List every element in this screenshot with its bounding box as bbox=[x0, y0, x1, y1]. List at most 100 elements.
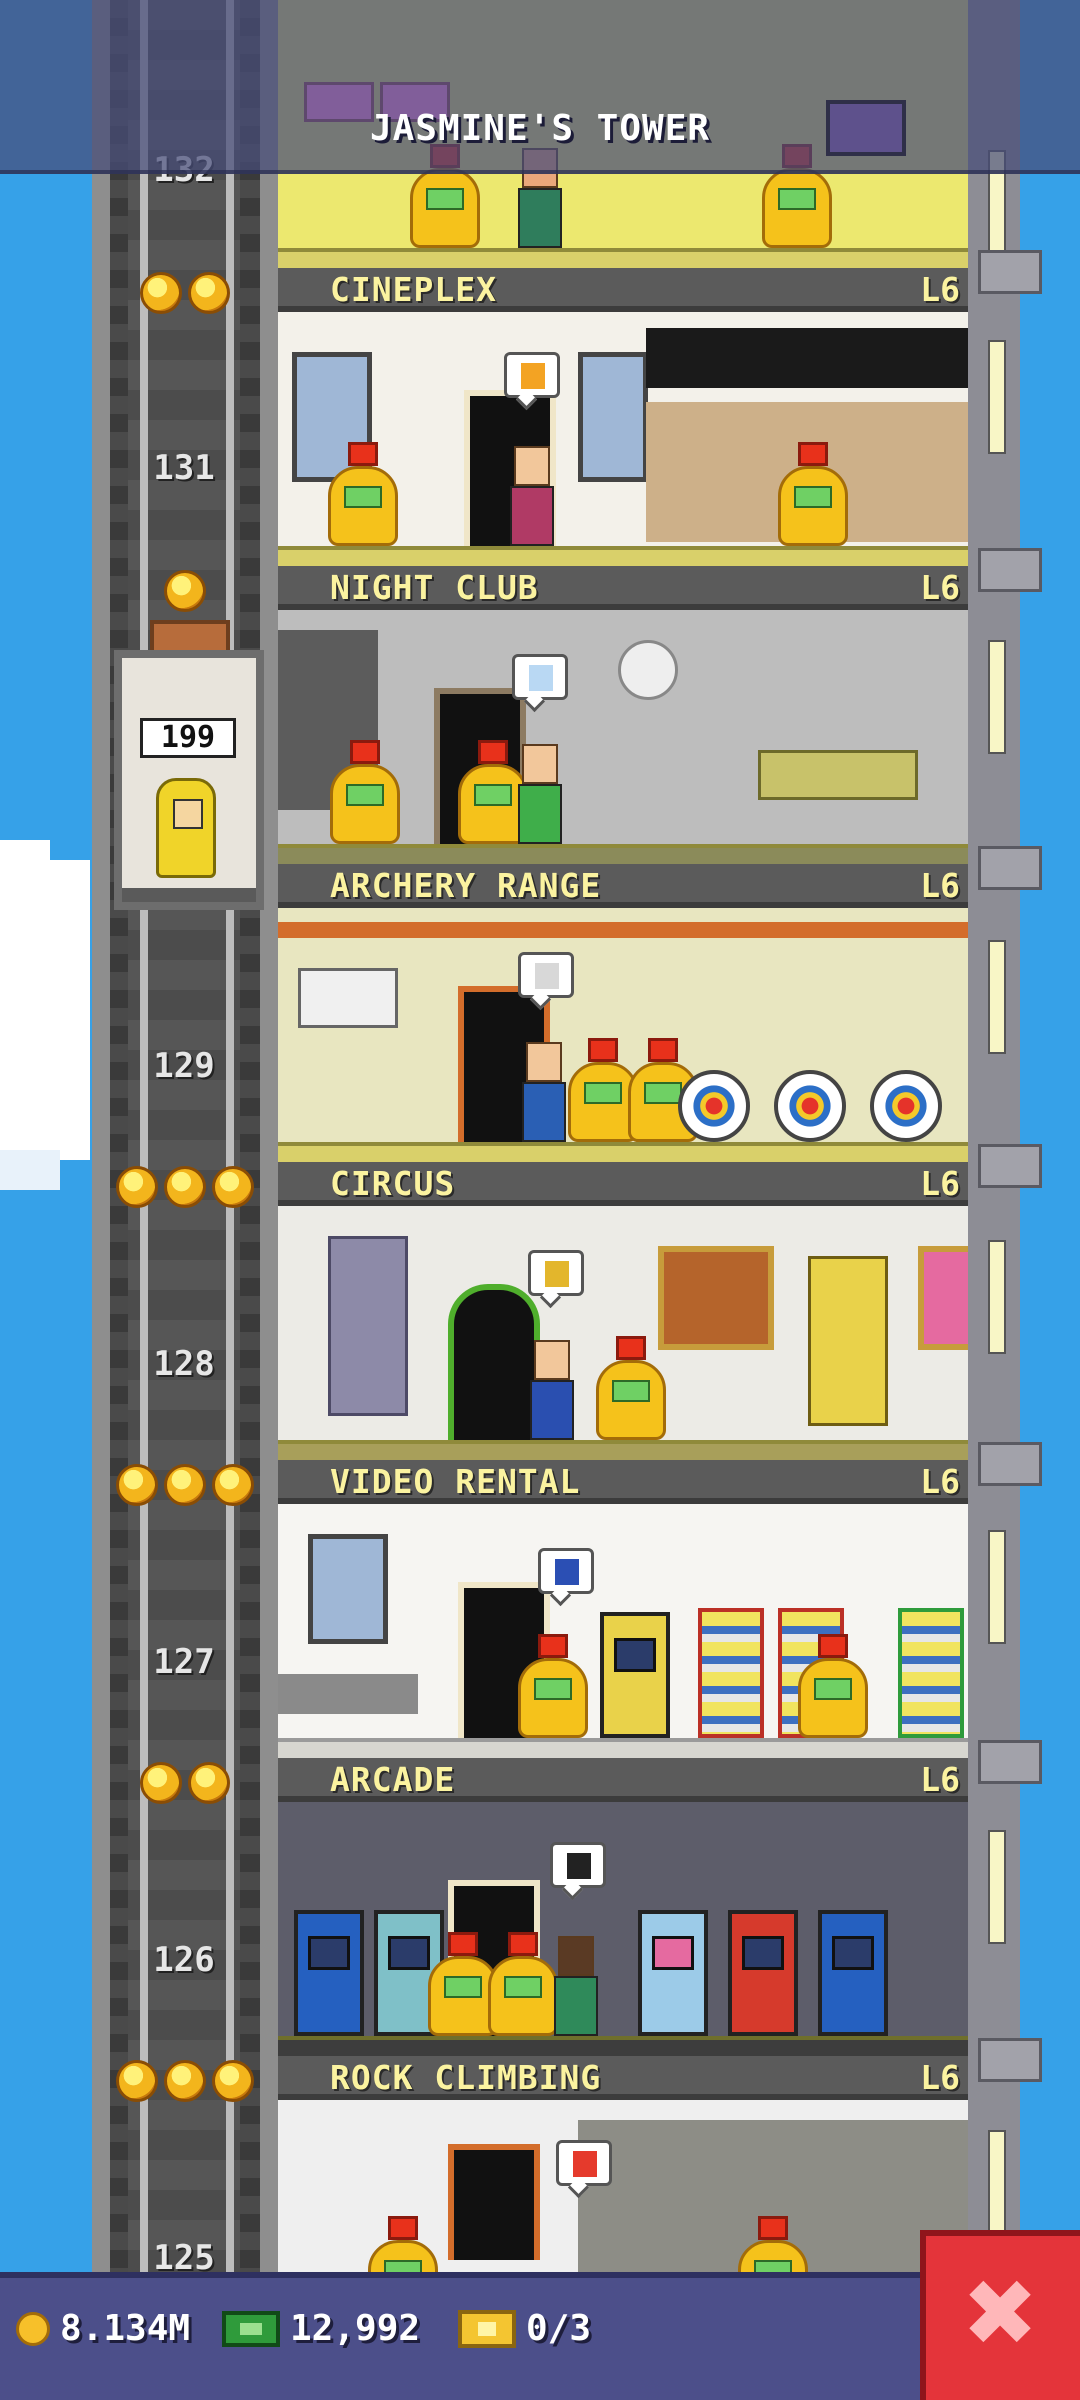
star-icon bbox=[212, 1166, 254, 1208]
chicken-costume-visitor[interactable] bbox=[778, 442, 848, 546]
floor-banner: CIRCUS L6 bbox=[278, 1162, 968, 1206]
claw-machine bbox=[638, 1910, 708, 2036]
star-icon bbox=[164, 1464, 206, 1506]
star-icon bbox=[116, 1464, 158, 1506]
star-icon bbox=[188, 1762, 230, 1804]
chicken-costume-visitor[interactable] bbox=[328, 442, 398, 546]
tower-header: JASMINE'S TOWER bbox=[0, 0, 1080, 174]
coins-stat[interactable]: 8.134M bbox=[16, 2308, 190, 2349]
star-icon bbox=[212, 2060, 254, 2102]
elevator-car[interactable]: 199 bbox=[114, 650, 264, 910]
floor-stars bbox=[110, 1166, 260, 1208]
floor-stars bbox=[110, 2060, 260, 2102]
request-bubble[interactable] bbox=[556, 2140, 612, 2186]
floor-stars bbox=[110, 1762, 260, 1804]
room-floor bbox=[278, 248, 968, 268]
popcorn-icon bbox=[521, 363, 545, 389]
bux-value: 12,992 bbox=[290, 2308, 421, 2349]
floor-level: L6 bbox=[920, 270, 960, 309]
floor-level: L6 bbox=[920, 2058, 960, 2097]
floor-cineplex[interactable]: CINEPLEX L6 bbox=[278, 268, 968, 566]
archery-target bbox=[678, 1070, 750, 1142]
wood-beam bbox=[278, 922, 968, 938]
wall-window bbox=[988, 940, 1006, 1054]
elevator-car-top bbox=[150, 620, 230, 654]
wall-bracket bbox=[978, 1144, 1042, 1188]
elevator-car-floor bbox=[122, 888, 256, 902]
request-bubble[interactable] bbox=[518, 952, 574, 998]
movie-poster bbox=[308, 1534, 388, 1644]
archery-target bbox=[870, 1070, 942, 1142]
star-icon bbox=[164, 1166, 206, 1208]
floor-night-club[interactable]: NIGHT CLUB L6 bbox=[278, 566, 968, 864]
game-cartridge-icon bbox=[567, 1853, 591, 1879]
room-interior bbox=[278, 610, 968, 864]
visitor[interactable] bbox=[514, 744, 566, 844]
chicken-costume-visitor[interactable] bbox=[488, 1932, 558, 2036]
tower-title: JASMINE'S TOWER bbox=[369, 108, 711, 149]
floor-level: L6 bbox=[920, 1760, 960, 1799]
floor-level: L6 bbox=[920, 866, 960, 905]
visitor[interactable] bbox=[506, 446, 558, 546]
disco-ball bbox=[618, 640, 678, 700]
chicken-costume-visitor[interactable] bbox=[518, 1634, 588, 1738]
chicken-costume-visitor[interactable] bbox=[798, 1634, 868, 1738]
floor-video-rental[interactable]: VIDEO RENTAL L6 bbox=[278, 1460, 968, 1758]
elevator-car-number: 199 bbox=[140, 718, 236, 758]
wall-bracket bbox=[978, 1442, 1042, 1486]
star-icon bbox=[164, 2060, 206, 2102]
chicken-costume-visitor[interactable] bbox=[368, 2216, 438, 2280]
wall-bracket bbox=[978, 2038, 1042, 2082]
bux-stat[interactable]: 12,992 bbox=[222, 2308, 420, 2349]
room-floor bbox=[278, 1142, 968, 1162]
close-button[interactable]: ✖ bbox=[920, 2230, 1080, 2400]
drink-request-bubble[interactable] bbox=[512, 654, 568, 700]
tickets-stat[interactable]: 0/3 bbox=[458, 2308, 591, 2349]
floor-name: CINEPLEX bbox=[330, 270, 497, 309]
chicken-costume-visitor[interactable] bbox=[330, 740, 400, 844]
floor-number: 128 bbox=[153, 1344, 215, 1384]
star-icon bbox=[140, 1762, 182, 1804]
floor-number: 127 bbox=[153, 1642, 215, 1682]
arcade-cabinet bbox=[818, 1910, 888, 2036]
tiger-painting bbox=[658, 1246, 774, 1350]
floor-level: L6 bbox=[920, 1462, 960, 1501]
quiver-icon bbox=[535, 963, 559, 989]
visitor[interactable] bbox=[550, 1936, 602, 2036]
coin-icon bbox=[16, 2311, 50, 2346]
room-floor bbox=[278, 844, 968, 864]
floor-stars bbox=[110, 1464, 260, 1506]
elevator-rider bbox=[156, 778, 216, 878]
video-kiosk bbox=[600, 1612, 670, 1738]
room-interior bbox=[278, 2100, 968, 2280]
showtime-board bbox=[646, 328, 968, 388]
floor-circus[interactable]: CIRCUS L6 bbox=[278, 1162, 968, 1460]
floor-name: ROCK CLIMBING bbox=[330, 2058, 602, 2097]
floor-name: ARCHERY RANGE bbox=[330, 866, 602, 905]
ticket-request-bubble[interactable] bbox=[528, 1250, 584, 1296]
wall-bracket bbox=[978, 846, 1042, 890]
video-request-bubble[interactable] bbox=[538, 1548, 594, 1594]
floor-name: NIGHT CLUB bbox=[330, 568, 539, 607]
shaft-rail-right bbox=[260, 0, 278, 2280]
room-interior bbox=[278, 908, 968, 1162]
chicken-costume-visitor[interactable] bbox=[596, 1336, 666, 1440]
visitor[interactable] bbox=[518, 1042, 570, 1142]
game-request-bubble[interactable] bbox=[550, 1842, 606, 1888]
floor-arcade[interactable]: ARCADE L6 bbox=[278, 1758, 968, 2056]
chicken-costume-visitor[interactable] bbox=[738, 2216, 808, 2280]
room-interior bbox=[278, 312, 968, 566]
popcorn-request-bubble[interactable] bbox=[504, 352, 560, 398]
visitor[interactable] bbox=[526, 1340, 578, 1440]
wall-bracket bbox=[978, 548, 1042, 592]
floor-banner: ARCHERY RANGE L6 bbox=[278, 864, 968, 908]
wall-bracket bbox=[978, 250, 1042, 294]
star-icon bbox=[116, 2060, 158, 2102]
floor-name: VIDEO RENTAL bbox=[330, 1462, 581, 1501]
floor-archery-range[interactable]: ARCHERY RANGE L6 bbox=[278, 864, 968, 1162]
tickets-value: 0/3 bbox=[526, 2308, 592, 2349]
floor-rock-climbing[interactable]: ROCK CLIMBING L6 bbox=[278, 2056, 968, 2280]
bux-icon bbox=[222, 2310, 280, 2347]
room-floor bbox=[278, 1738, 968, 1758]
cocktail-icon bbox=[529, 665, 553, 691]
